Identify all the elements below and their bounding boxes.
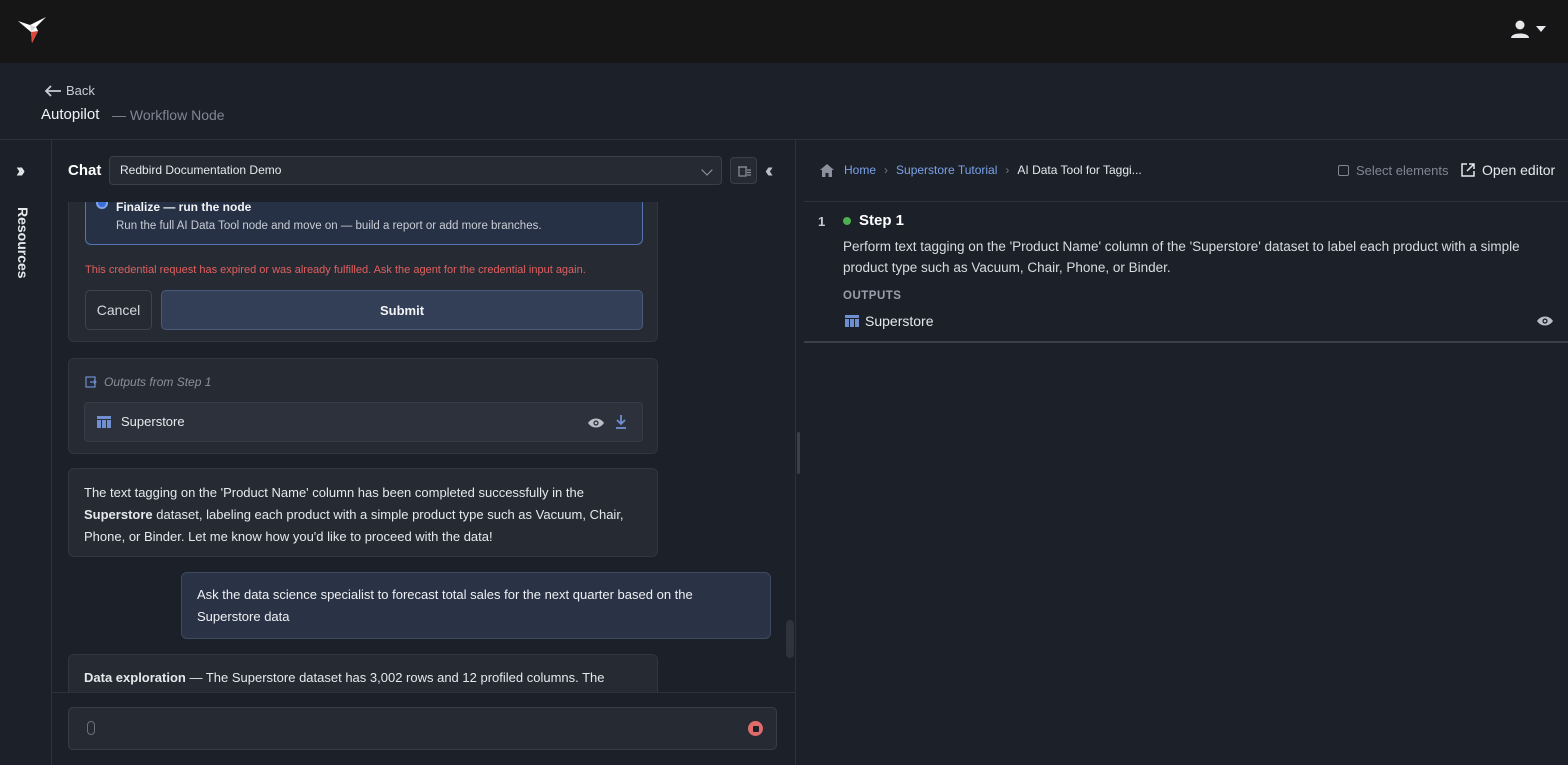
chat-header: Chat Redbird Documentation Demo ‹‹: [52, 140, 795, 202]
panel-resize-handle[interactable]: [797, 432, 800, 474]
expand-resources-icon[interactable]: ››: [16, 160, 26, 183]
chevron-down-icon: [701, 164, 713, 176]
stop-icon[interactable]: [748, 721, 763, 736]
divider: [804, 201, 1568, 202]
radio-selected-icon[interactable]: [96, 202, 108, 209]
assistant-message: The text tagging on the 'Product Name' c…: [68, 468, 658, 557]
chat-panel: Chat Redbird Documentation Demo ‹‹ Final…: [52, 140, 796, 765]
user-icon: [1511, 20, 1529, 38]
step-divider: [804, 341, 1568, 343]
breadcrumb: Home › Superstore Tutorial › AI Data Too…: [820, 163, 1142, 177]
conversation-select-value: Redbird Documentation Demo: [120, 163, 282, 177]
output-item[interactable]: Superstore: [84, 402, 643, 442]
page-subtitle: — Workflow Node: [112, 107, 225, 123]
page-title: Autopilot: [41, 106, 100, 123]
outputs-card: Outputs from Step 1 Superstore: [68, 358, 658, 454]
step-description: Perform text tagging on the 'Product Nam…: [843, 239, 1520, 275]
eye-icon[interactable]: [1537, 316, 1553, 326]
breadcrumb-tutorial[interactable]: Superstore Tutorial: [896, 163, 997, 177]
resources-label[interactable]: Resources: [15, 207, 31, 279]
select-elements-toggle[interactable]: Select elements: [1338, 163, 1449, 178]
delete-conversation-button[interactable]: [730, 157, 757, 184]
open-editor-label: Open editor: [1482, 162, 1556, 178]
outputs-title-label: Outputs from Step 1: [104, 375, 212, 389]
finalize-option[interactable]: Finalize — run the node Run the full AI …: [85, 202, 643, 245]
external-link-icon: [1461, 163, 1475, 177]
conversation-select[interactable]: Redbird Documentation Demo: [109, 156, 722, 185]
finalize-description: Run the full AI Data Tool node and move …: [116, 220, 542, 232]
back-button[interactable]: Back: [44, 83, 95, 98]
eye-icon[interactable]: [588, 418, 604, 428]
assistant-message-text-1: The text tagging on the 'Product Name' c…: [84, 485, 584, 500]
output-arrow-icon: [85, 376, 97, 388]
step-title[interactable]: Step 1: [859, 212, 904, 229]
open-editor-button[interactable]: Open editor: [1461, 162, 1555, 178]
chat-label: Chat: [68, 162, 102, 179]
trash-icon: [738, 166, 751, 177]
output-item-name: Superstore: [121, 414, 185, 429]
collapse-chat-icon[interactable]: ‹‹: [765, 160, 774, 183]
composer-area: [52, 692, 795, 765]
download-icon[interactable]: [615, 415, 627, 429]
status-dot-icon: [843, 217, 851, 225]
table-icon: [97, 416, 111, 428]
back-label: Back: [66, 83, 95, 98]
resources-panel: ›› Resources: [0, 140, 52, 765]
home-icon[interactable]: [820, 163, 834, 177]
breadcrumb-current: AI Data Tool for Taggi...: [1017, 163, 1142, 177]
table-icon: [845, 315, 859, 327]
arrow-left-icon: [44, 84, 61, 97]
caret-down-icon: [1536, 26, 1546, 32]
exploration-heading: Data exploration: [84, 670, 186, 685]
chevron-right-icon: ›: [884, 163, 889, 177]
assistant-message-text-2: dataset, labeling each product with a si…: [84, 507, 624, 544]
breadcrumb-home[interactable]: Home: [844, 163, 876, 177]
outputs-label: OUTPUTS: [843, 290, 902, 302]
chevron-right-icon: ›: [1005, 163, 1010, 177]
select-elements-label: Select elements: [1356, 163, 1449, 178]
user-menu[interactable]: [1510, 19, 1546, 39]
step-output-item[interactable]: Superstore: [843, 312, 1553, 332]
user-message: Ask the data science specialist to forec…: [181, 572, 771, 639]
workflow-panel: Home › Superstore Tutorial › AI Data Too…: [804, 140, 1568, 765]
message-list[interactable]: Finalize — run the node Run the full AI …: [52, 202, 795, 692]
chat-scrollbar[interactable]: [786, 620, 794, 658]
page-header: Back Autopilot — Workflow Node: [0, 63, 1568, 140]
error-message: This credential request has expired or w…: [85, 264, 586, 276]
checkbox-icon: [1338, 165, 1349, 176]
step-output-name: Superstore: [865, 313, 934, 329]
outputs-title: Outputs from Step 1: [85, 375, 211, 389]
finalize-title: Finalize — run the node: [116, 202, 252, 214]
message-input[interactable]: [68, 707, 777, 750]
submit-button[interactable]: Submit: [161, 290, 643, 330]
step-number: 1: [818, 214, 826, 229]
cancel-button[interactable]: Cancel: [85, 290, 152, 330]
credential-request-card: Finalize — run the node Run the full AI …: [68, 202, 658, 342]
top-bar: [0, 0, 1568, 63]
assistant-message-exploration: Data exploration — The Superstore datase…: [68, 654, 658, 692]
assistant-message-dataset: Superstore: [84, 507, 153, 522]
hummingbird-logo-icon[interactable]: [16, 15, 50, 45]
paperclip-icon[interactable]: [87, 721, 95, 735]
